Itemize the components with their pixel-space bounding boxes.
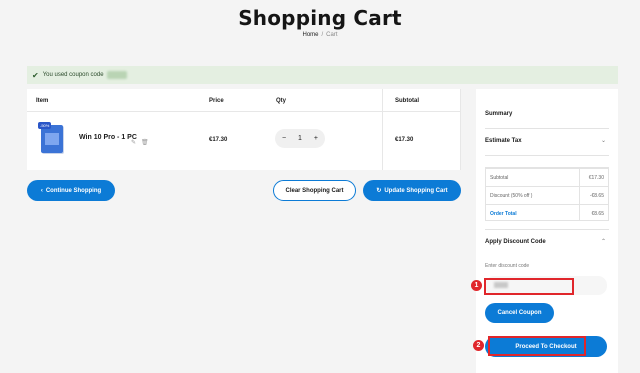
continue-shopping-label: Continue Shopping bbox=[45, 187, 102, 194]
coupon-code-redacted bbox=[106, 71, 127, 79]
header-divider bbox=[27, 111, 461, 112]
item-subtotal: €17.30 bbox=[395, 137, 414, 143]
breadcrumb-separator: / bbox=[321, 32, 324, 38]
check-icon: ✔ bbox=[32, 70, 39, 80]
totals-label: Order Total bbox=[490, 211, 517, 217]
annotation-highlight-input bbox=[484, 278, 574, 295]
clear-cart-button[interactable]: Clear Shopping Cart bbox=[273, 180, 356, 201]
trash-icon[interactable]: 🗑 bbox=[141, 139, 149, 146]
column-header-subtotal: Subtotal bbox=[395, 98, 419, 104]
edit-icon[interactable]: ✎ bbox=[131, 139, 136, 146]
divider bbox=[485, 229, 609, 230]
annotation-marker-1: 1 bbox=[471, 280, 482, 291]
discount-code-label: Enter discount code bbox=[485, 263, 530, 269]
totals-table: Subtotal €17.30 Discount (50% off ) -€8.… bbox=[485, 167, 609, 221]
minus-button[interactable]: − bbox=[282, 135, 286, 142]
order-summary: Summary Estimate Tax ⌄ Subtotal €17.30 D… bbox=[476, 89, 618, 373]
item-price: €17.30 bbox=[209, 137, 228, 143]
apply-discount-toggle[interactable]: Apply Discount Code bbox=[485, 239, 546, 245]
chevron-left-icon: ‹ bbox=[40, 187, 43, 194]
cancel-coupon-button[interactable]: Cancel Coupon bbox=[485, 303, 554, 323]
notice-message: You used coupon code bbox=[42, 72, 104, 78]
divider bbox=[485, 155, 609, 156]
totals-label: Discount (50% off ) bbox=[490, 193, 533, 199]
breadcrumb-current: Cart bbox=[326, 32, 338, 38]
page-title: Shopping Cart bbox=[238, 6, 402, 30]
column-divider bbox=[382, 89, 383, 170]
refresh-icon: ↻ bbox=[376, 188, 382, 194]
annotation-highlight-checkout bbox=[488, 336, 586, 356]
totals-row-subtotal: Subtotal €17.30 bbox=[486, 168, 608, 186]
column-divider bbox=[460, 89, 461, 170]
update-cart-button[interactable]: ↻ Update Shopping Cart bbox=[363, 180, 461, 201]
continue-shopping-button[interactable]: ‹ Continue Shopping bbox=[27, 180, 115, 201]
column-header-price: Price bbox=[209, 98, 224, 104]
quantity-value[interactable]: 1 bbox=[298, 135, 302, 142]
column-header-item: Item bbox=[36, 98, 49, 104]
totals-value: €17.30 bbox=[588, 175, 604, 181]
breadcrumb-home[interactable]: Home bbox=[302, 32, 318, 38]
breadcrumb: Home / Cart bbox=[0, 32, 640, 38]
clear-cart-label: Clear Shopping Cart bbox=[285, 187, 344, 194]
annotation-marker-2: 2 bbox=[473, 340, 484, 351]
totals-value: €8.65 bbox=[591, 211, 604, 217]
plus-button[interactable]: + bbox=[314, 135, 318, 142]
cart-table: Item Price Qty Subtotal -50% Win 10 Pro … bbox=[27, 89, 461, 170]
totals-value: -€8.65 bbox=[589, 193, 604, 199]
estimate-tax-toggle[interactable]: Estimate Tax bbox=[485, 138, 522, 144]
chevron-up-icon[interactable]: ⌃ bbox=[601, 238, 606, 245]
summary-title: Summary bbox=[485, 111, 513, 117]
divider bbox=[485, 128, 609, 129]
column-header-qty: Qty bbox=[276, 98, 287, 104]
totals-row-discount: Discount (50% off ) -€8.65 bbox=[486, 186, 608, 204]
quantity-stepper: − 1 + bbox=[275, 129, 325, 148]
cancel-coupon-label: Cancel Coupon bbox=[497, 310, 542, 316]
discount-badge: -50% bbox=[38, 122, 52, 129]
totals-label: Subtotal bbox=[490, 175, 509, 181]
update-cart-label: Update Shopping Cart bbox=[384, 187, 448, 194]
totals-row-order-total: Order Total €8.65 bbox=[486, 204, 608, 222]
product-name[interactable]: Win 10 Pro - 1 PC bbox=[79, 134, 137, 141]
product-image[interactable]: -50% bbox=[38, 122, 63, 153]
chevron-down-icon[interactable]: ⌄ bbox=[601, 137, 606, 144]
coupon-success-notice: ✔ You used coupon code bbox=[27, 66, 618, 84]
product-image-screen bbox=[45, 133, 59, 145]
